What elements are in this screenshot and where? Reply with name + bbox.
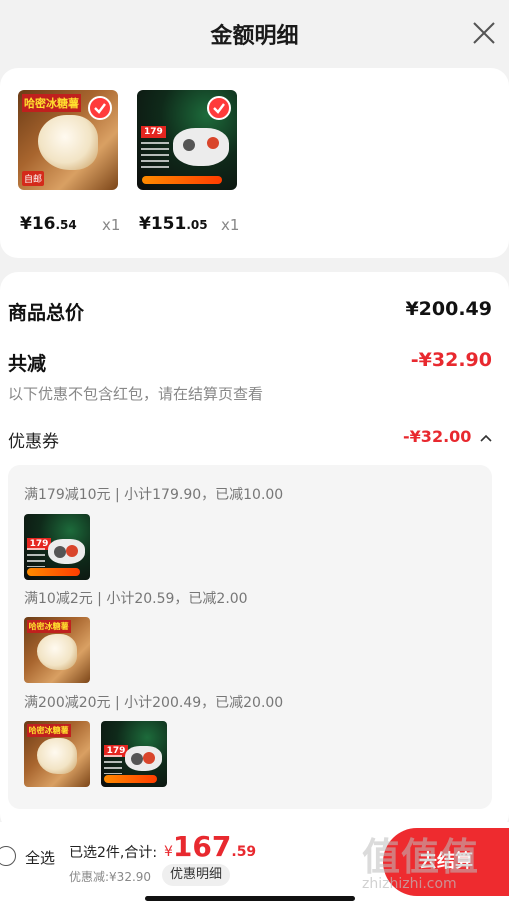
checked-icon[interactable] — [88, 96, 112, 120]
checked-icon[interactable] — [207, 96, 231, 120]
product-art-tag: 哈密冰糖薯 — [22, 94, 81, 112]
discount-note: 以下优惠不包含红包，请在结算页查看 — [8, 385, 264, 403]
coupon-item-thumbnail: 179 — [24, 514, 90, 580]
product-quantity: x1 — [102, 216, 121, 234]
product-art-price: 179 — [141, 126, 166, 138]
select-all-radio[interactable] — [0, 846, 16, 866]
selected-summary: 已选2件,合计: — [69, 845, 158, 861]
coupon-row[interactable]: 优惠券 -¥32.00 — [8, 427, 492, 453]
watermark-logo: 值值值 — [362, 835, 480, 879]
coupon-item-thumbnail: 179 — [101, 721, 167, 787]
page-title: 金额明细 — [210, 24, 299, 49]
coupon-label: 优惠券 — [8, 432, 59, 452]
discount-detail-button[interactable]: 优惠明细 — [162, 864, 231, 886]
coupon-item-thumbnail: 哈密冰糖薯 — [24, 721, 90, 787]
home-indicator — [145, 896, 355, 901]
coupon-breakdown: 满179减10元 | 小计179.90，已减10.00 179 满10减2元 |… — [8, 465, 492, 809]
coupon-rule-text: 满10减2元 | 小计20.59，已减2.00 — [24, 591, 248, 607]
product-quantity: x1 — [221, 216, 240, 234]
reduce-label: 共减 — [8, 353, 47, 375]
chevron-up-icon[interactable] — [480, 433, 492, 443]
coupon-value[interactable]: -¥32.00 — [403, 427, 492, 446]
product-thumbnail[interactable]: 哈密冰糖薯 自邮 — [18, 90, 118, 190]
product-item[interactable]: 179 ¥151.05 x1 — [137, 90, 239, 234]
select-all-label[interactable]: 全选 — [25, 847, 55, 868]
total-value: ¥200.49 — [405, 298, 492, 320]
product-price: ¥151.05 — [139, 214, 208, 234]
reduce-value: -¥32.90 — [410, 349, 492, 371]
reduce-row: 共减 -¥32.90 — [8, 349, 492, 379]
product-price: ¥16.54 — [20, 214, 77, 234]
header: 金额明细 — [0, 0, 509, 68]
coupon-rule-text: 满179减10元 | 小计179.90，已减10.00 — [24, 487, 284, 503]
product-art-corner: 自邮 — [22, 171, 45, 186]
discount-summary: 优惠减:¥32.90 — [69, 870, 152, 884]
product-thumbnail[interactable]: 179 — [137, 90, 237, 190]
total-row: 商品总价 ¥200.49 — [8, 298, 492, 328]
coupon-item-thumbnail: 哈密冰糖薯 — [24, 617, 90, 683]
product-item[interactable]: 哈密冰糖薯 自邮 ¥16.54 x1 — [18, 90, 120, 234]
total-amount: ¥167.59 — [164, 830, 257, 863]
products-card: 哈密冰糖薯 自邮 ¥16.54 x1 179 ¥151.05 x1 — [0, 68, 509, 258]
price-detail-card: 商品总价 ¥200.49 共减 -¥32.90 以下优惠不包含红包，请在结算页查… — [0, 272, 509, 832]
close-icon[interactable] — [471, 20, 497, 46]
watermark-url: zhizhizhi.com — [362, 876, 457, 892]
total-label: 商品总价 — [8, 302, 85, 324]
coupon-rule-text: 满200减20元 | 小计200.49，已减20.00 — [24, 695, 284, 711]
